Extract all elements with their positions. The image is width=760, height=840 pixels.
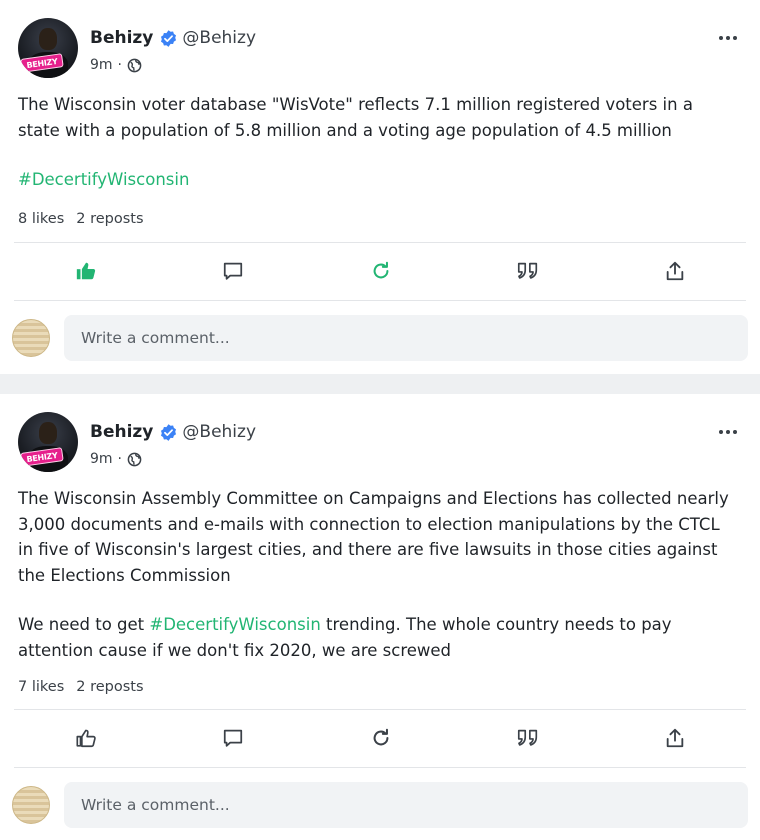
likes-count[interactable]: 8 likes [18, 211, 64, 227]
author-handle[interactable]: @Behizy [182, 28, 256, 48]
comment-input[interactable] [64, 782, 748, 828]
more-options-button[interactable] [716, 28, 740, 48]
thumbs-up-icon [76, 262, 96, 280]
post-paragraph: We need to get #DecertifyWisconsin trend… [18, 615, 672, 660]
post: BEHIZY Behizy @Behizy 9m · The Wisconsin… [0, 394, 760, 840]
divider [14, 300, 746, 301]
post: BEHIZY Behizy @Behizy 9m · The Wisconsin… [0, 0, 760, 374]
action-bar [0, 710, 760, 766]
like-button[interactable] [74, 726, 98, 750]
comment-icon [223, 262, 243, 280]
comment-composer [0, 313, 760, 363]
post-meta: 9m · [90, 449, 142, 469]
current-user-avatar[interactable] [12, 786, 50, 824]
likes-count[interactable]: 7 likes [18, 679, 64, 695]
comment-button[interactable] [221, 259, 245, 283]
post-time: 9m [90, 451, 113, 467]
verified-badge-icon [159, 29, 178, 48]
post-paragraph: The Wisconsin Assembly Committee on Camp… [18, 489, 729, 585]
share-icon [666, 728, 684, 748]
more-icon [719, 36, 737, 40]
post-paragraph: The Wisconsin voter database "WisVote" r… [18, 95, 693, 140]
quote-button[interactable] [516, 259, 540, 283]
globe-icon [127, 58, 142, 73]
like-button[interactable] [74, 259, 98, 283]
author-line: Behizy @Behizy [90, 27, 256, 49]
comment-input[interactable] [64, 315, 748, 361]
reposts-count[interactable]: 2 reposts [76, 679, 143, 695]
post-body: The Wisconsin Assembly Committee on Camp… [18, 486, 730, 663]
post-body: The Wisconsin voter database "WisVote" r… [18, 92, 730, 193]
thumbs-up-icon [76, 729, 96, 748]
post-time: 9m [90, 57, 113, 73]
post-paragraph: #DecertifyWisconsin [18, 167, 730, 193]
comment-icon [223, 729, 243, 747]
action-bar [0, 243, 760, 299]
share-button[interactable] [663, 726, 687, 750]
share-button[interactable] [663, 259, 687, 283]
author-line: Behizy @Behizy [90, 421, 256, 443]
engagement-counts: 8 likes 2 reposts [18, 211, 144, 227]
comment-button[interactable] [221, 726, 245, 750]
author-handle[interactable]: @Behizy [182, 422, 256, 442]
divider [14, 767, 746, 768]
hashtag-link[interactable]: #DecertifyWisconsin [18, 170, 189, 189]
more-options-button[interactable] [716, 422, 740, 442]
verified-badge-icon [159, 423, 178, 442]
more-icon [719, 430, 737, 434]
repost-button[interactable] [369, 259, 393, 283]
quote-icon [517, 262, 538, 279]
quote-icon [517, 729, 538, 746]
comment-composer [0, 780, 760, 830]
author-display-name[interactable]: Behizy [90, 422, 153, 442]
feed: BEHIZY Behizy @Behizy 9m · The Wisconsin… [0, 0, 760, 840]
repost-icon [373, 261, 389, 279]
author-display-name[interactable]: Behizy [90, 28, 153, 48]
hashtag-link[interactable]: #DecertifyWisconsin [149, 615, 320, 634]
avatar[interactable]: BEHIZY [18, 18, 78, 78]
post-meta: 9m · [90, 55, 142, 75]
reposts-count[interactable]: 2 reposts [76, 211, 143, 227]
quote-button[interactable] [516, 726, 540, 750]
globe-icon [127, 452, 142, 467]
share-icon [666, 261, 684, 281]
engagement-counts: 7 likes 2 reposts [18, 679, 144, 695]
repost-icon [373, 728, 389, 746]
repost-button[interactable] [369, 726, 393, 750]
current-user-avatar[interactable] [12, 319, 50, 357]
avatar[interactable]: BEHIZY [18, 412, 78, 472]
